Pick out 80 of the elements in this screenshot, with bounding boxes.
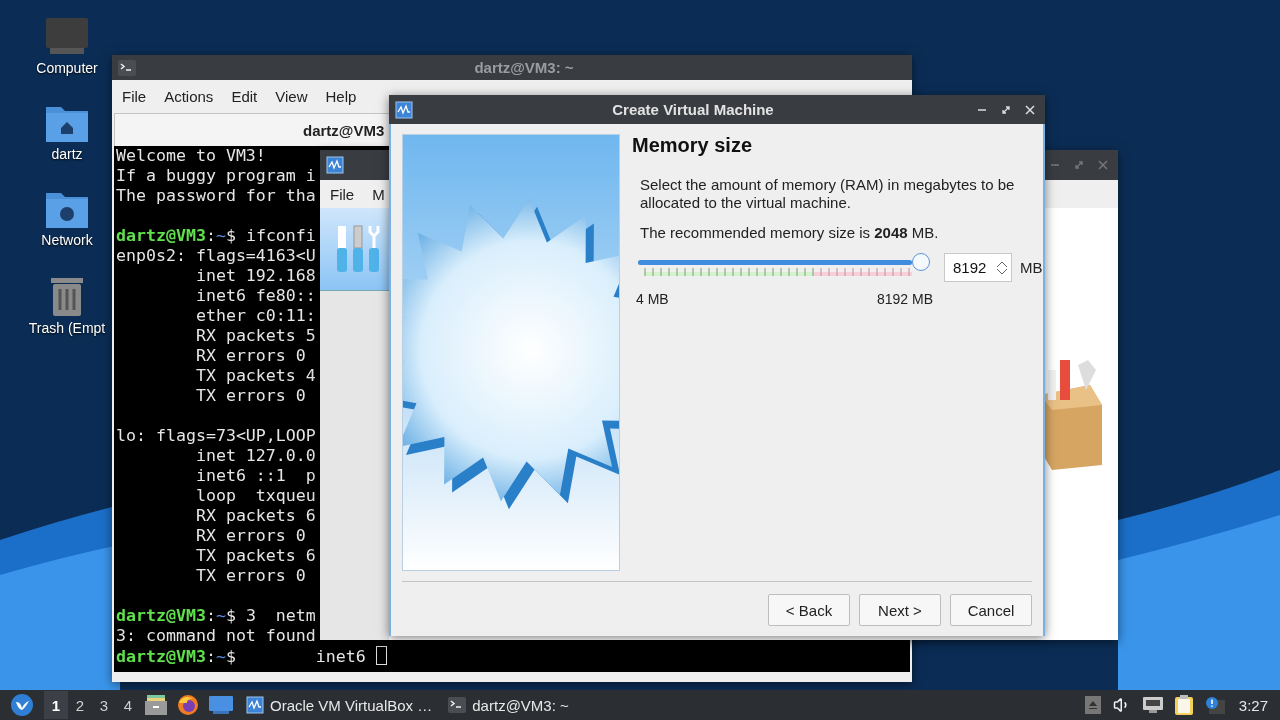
terminal-tab[interactable]: dartz@VM3: [303, 121, 385, 139]
monitor-icon: [46, 18, 88, 56]
workspace-button[interactable]: 3: [92, 691, 116, 719]
menu-item[interactable]: File: [122, 88, 147, 105]
terminal-line: inet 192.168: [194, 266, 316, 286]
menu-item[interactable]: M: [372, 185, 385, 203]
alert-icon: [1204, 696, 1225, 714]
slider-handle[interactable]: [912, 252, 930, 271]
desktop-icon-label[interactable]: dartz: [51, 146, 83, 162]
dialog-button[interactable]: Cancel: [950, 594, 1032, 626]
close-icon: [1098, 160, 1108, 170]
desktop-icon-label[interactable]: Computer: [36, 60, 98, 76]
file-cabinet-icon: [145, 695, 167, 715]
terminal-icon: [448, 697, 467, 713]
slider-max-label: 8192 MB: [876, 291, 933, 307]
taskbar-task[interactable]: Oracle VM VirtualBox …: [238, 691, 441, 719]
terminal-line: 3: command not found: [116, 626, 316, 646]
unit-label: MB: [1020, 259, 1043, 276]
clock: 3:27: [1238, 696, 1268, 714]
taskbar-task[interactable]: dartz@VM3: ~: [440, 691, 577, 719]
terminal-line: RX errors 0: [194, 526, 306, 546]
desktop-icon-label[interactable]: Network: [41, 232, 93, 248]
terminal-line: The password for tha: [116, 186, 316, 206]
desktop-icon: [209, 696, 233, 714]
terminal-line: TX errors 0: [194, 386, 306, 406]
workspace-button[interactable]: 1: [44, 691, 68, 719]
menu-item[interactable]: View: [275, 88, 308, 105]
terminal-icon: [118, 59, 136, 76]
bird-logo-icon: [11, 694, 33, 716]
terminal-line: inet 127.0.0: [194, 446, 316, 466]
virtualbox-icon: [395, 100, 413, 119]
eject-icon: [1084, 696, 1101, 714]
description-text: Select the amount of memory (RAM) in megabytes to be allocated to the virtual machine.: [640, 176, 1016, 212]
terminal-line: RX errors 0: [194, 346, 306, 366]
maximize-icon: [1001, 104, 1011, 115]
menu-item[interactable]: Actions: [164, 88, 214, 105]
terminal-line: Welcome to VM3!: [116, 146, 266, 166]
maximize-icon: [1074, 160, 1084, 170]
terminal-line: ether c0:11:: [194, 306, 316, 326]
terminal-line: RX packets 5: [194, 326, 316, 346]
terminal-line: loop txqueu: [194, 486, 316, 506]
workspace-button[interactable]: 4: [116, 691, 140, 719]
terminal-line: dartz@VM3:~$ 3 netm: [116, 606, 316, 626]
menu-item[interactable]: Edit: [231, 88, 258, 105]
terminal-line: RX packets 6: [194, 506, 316, 526]
dialog-button[interactable]: < Back: [768, 594, 850, 626]
tools-icon: [336, 224, 382, 274]
recommendation-text: The recommended memory size is 2048 MB.: [640, 224, 940, 241]
terminal-line: TX packets 4: [194, 366, 316, 386]
window-title: dartz@VM3: ~: [473, 59, 575, 76]
home-folder-icon: [46, 104, 88, 142]
clipboard-icon: [1174, 695, 1193, 715]
virtualbox-icon: [246, 696, 264, 714]
dialog-title: Create Virtual Machine: [611, 101, 775, 118]
workspace-button[interactable]: 2: [68, 691, 92, 719]
memory-spin-field[interactable]: 8192: [944, 253, 1012, 282]
terminal-line: dartz@VM3:~$ inet6: [116, 646, 387, 666]
terminal-line: enp0s2: flags=4163<U: [116, 246, 316, 266]
terminal-line: TX errors 0: [194, 566, 306, 586]
virtualbox-icon: [326, 156, 344, 174]
terminal-line: inet6 fe80::: [194, 286, 316, 306]
network-folder-icon: [46, 190, 88, 228]
terminal-line: TX packets 6: [194, 546, 316, 566]
terminal-line: dartz@VM3:~$ ifconfi: [116, 226, 316, 246]
tools-header[interactable]: [320, 208, 389, 291]
menu-item[interactable]: Help: [325, 88, 357, 105]
desktop-icon-label[interactable]: Trash (Empt: [28, 320, 106, 336]
slider-min-label: 4 MB: [636, 291, 669, 307]
ethernet-icon: [1142, 697, 1163, 713]
spin-up-icon[interactable]: [996, 259, 1008, 268]
terminal-line: If a buggy program i: [116, 166, 316, 186]
close-icon: [1025, 104, 1035, 115]
firefox-icon: [177, 694, 199, 716]
terminal-line: inet6 ::1 p: [194, 466, 316, 486]
dialog-button[interactable]: Next >: [859, 594, 941, 626]
trash-icon: [49, 276, 85, 316]
page-heading: Memory size: [632, 134, 754, 157]
menu-item[interactable]: File: [330, 185, 355, 203]
terminal-line: lo: flags=73<UP,LOOP: [116, 426, 316, 446]
spin-down-icon[interactable]: [996, 267, 1008, 276]
